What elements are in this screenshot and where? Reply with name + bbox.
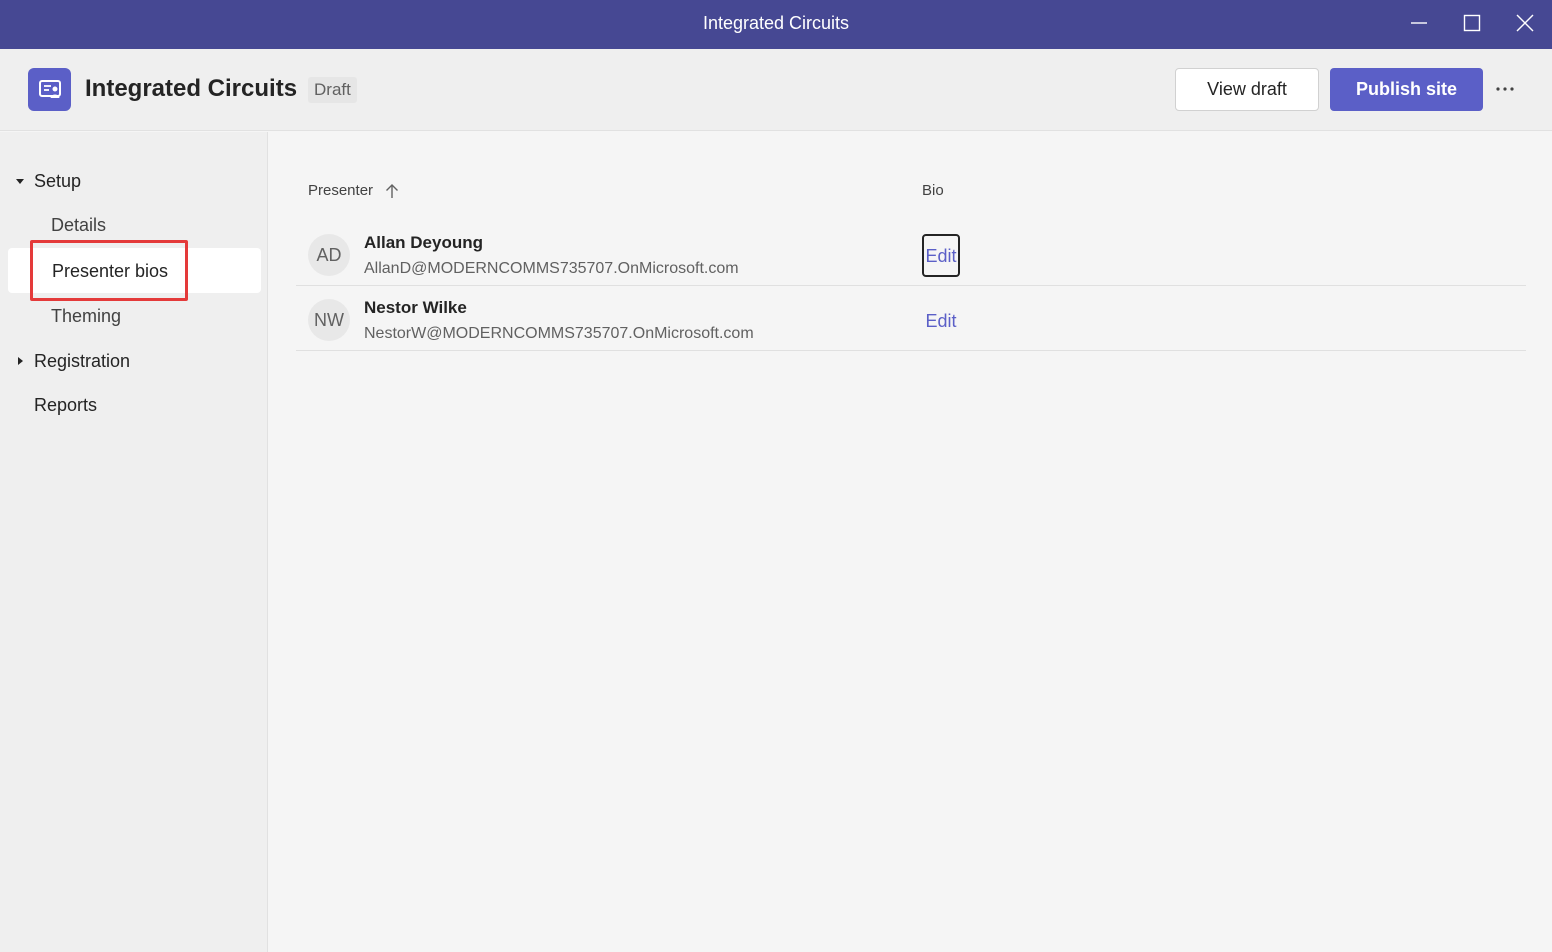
sidebar-item-reports[interactable]: Reports — [34, 392, 97, 418]
page-title: Integrated Circuits — [85, 75, 298, 102]
close-button[interactable] — [1498, 0, 1552, 46]
maximize-icon — [1463, 14, 1481, 32]
column-header-label: Presenter — [308, 182, 374, 199]
sidebar-group-setup[interactable]: Setup — [14, 168, 81, 194]
app-icon — [28, 68, 71, 111]
more-horizontal-icon — [1496, 87, 1514, 91]
close-icon — [1516, 14, 1534, 32]
publish-site-button[interactable]: Publish site — [1330, 68, 1483, 111]
column-header-presenter[interactable]: Presenter — [308, 180, 399, 202]
more-options-button[interactable] — [1488, 73, 1522, 105]
sort-ascending-icon — [386, 184, 399, 198]
app-header: Integrated Circuits Draft View draft Pub… — [0, 49, 1552, 131]
edit-bio-button[interactable]: Edit — [922, 299, 960, 342]
avatar: NW — [308, 299, 350, 341]
presenter-name: Nestor Wilke — [364, 298, 467, 317]
title-bar: Integrated Circuits — [0, 0, 1552, 49]
caret-right-icon — [18, 357, 23, 365]
sidebar-group-label: Setup — [34, 171, 82, 191]
sidebar-item-presenter-bios[interactable]: Presenter bios — [8, 248, 261, 293]
main-content: Presenter Bio AD Allan Deyoung AllanD@MO… — [269, 132, 1552, 952]
window-title: Integrated Circuits — [702, 13, 850, 33]
maximize-button[interactable] — [1445, 0, 1499, 46]
sidebar-nav: Setup Details Presenter bios Theming Reg… — [0, 132, 268, 952]
column-header-bio: Bio — [922, 182, 944, 199]
presentation-icon — [38, 79, 61, 98]
view-draft-button[interactable]: View draft — [1175, 68, 1319, 111]
edit-bio-button[interactable]: Edit — [922, 234, 960, 277]
minimize-button[interactable] — [1392, 0, 1446, 46]
status-badge: Draft — [308, 77, 357, 103]
sidebar-item-theming[interactable]: Theming — [51, 303, 121, 329]
sidebar-group-registration[interactable]: Registration — [14, 348, 130, 374]
table-row: AD Allan Deyoung AllanD@MODERNCOMMS73570… — [296, 222, 1526, 286]
sidebar-item-label: Presenter bios — [52, 261, 169, 281]
caret-down-icon — [16, 179, 24, 184]
sidebar-group-label: Registration — [34, 351, 131, 371]
sidebar-item-details[interactable]: Details — [51, 212, 106, 238]
presenter-email: AllanD@MODERNCOMMS735707.OnMicrosoft.com — [364, 260, 739, 277]
presenter-name: Allan Deyoung — [364, 233, 484, 252]
table-row: NW Nestor Wilke NestorW@MODERNCOMMS73570… — [296, 287, 1526, 351]
avatar: AD — [308, 234, 350, 276]
minimize-icon — [1411, 22, 1427, 24]
presenter-email: NestorW@MODERNCOMMS735707.OnMicrosoft.co… — [364, 325, 754, 342]
